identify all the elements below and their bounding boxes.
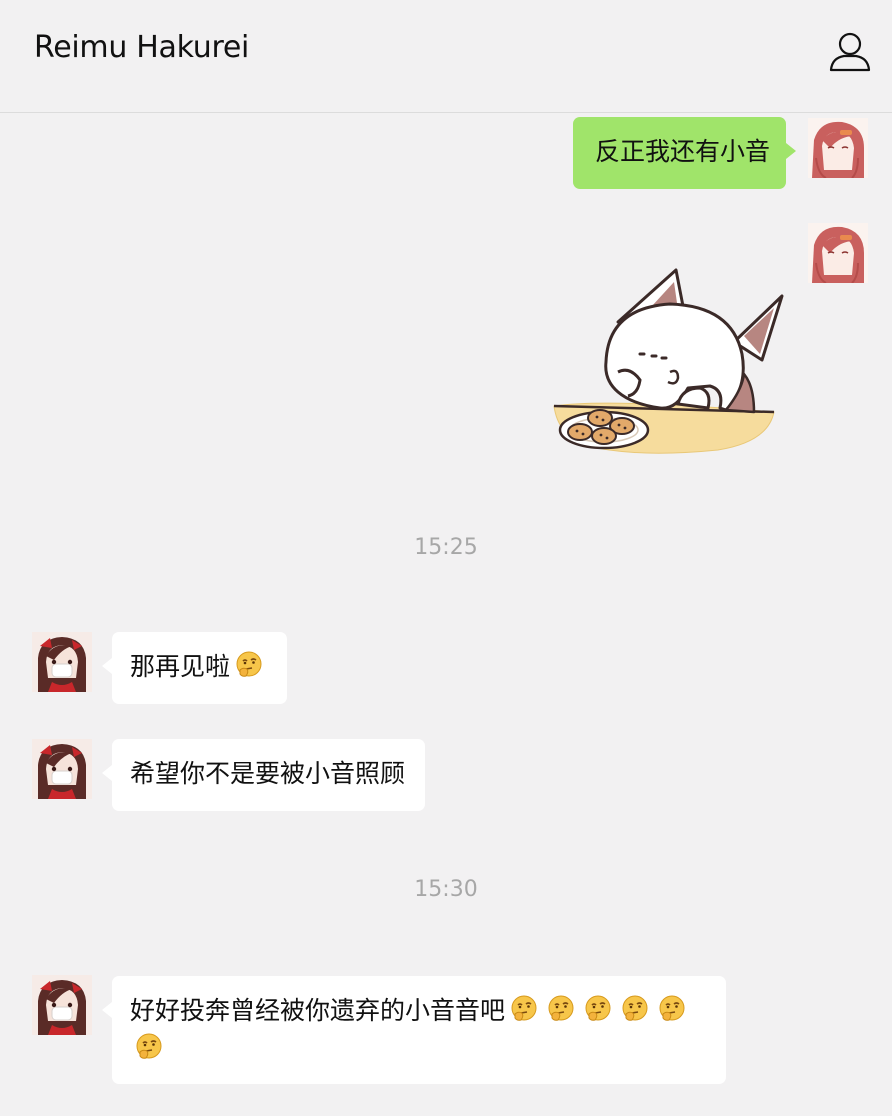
message-bubble-received[interactable]: 希望你不是要被小音照顾 — [101, 739, 426, 811]
message-bubble-sent[interactable]: 反正我还有小音 — [572, 117, 797, 189]
my-avatar[interactable] — [808, 223, 868, 283]
thinking-face-emoji — [546, 994, 576, 1024]
message-bubble-received[interactable]: 好好投奔曾经被你遗弃的小音音吧 — [102, 976, 726, 1084]
thinking-face-emoji — [134, 1032, 164, 1062]
timestamp: 15:30 — [414, 877, 478, 902]
message-text: 反正我还有小音 — [594, 137, 770, 166]
thinking-face-emoji — [657, 994, 687, 1024]
my-avatar[interactable] — [808, 118, 868, 178]
timestamp: 15:25 — [414, 535, 478, 560]
chat-screen: Reimu Hakurei 反正我还有小音 15:25 那再见啦 希望你不是要被… — [0, 0, 892, 1116]
chat-title: Reimu Hakurei — [34, 30, 250, 65]
cat-eating-cookies-sticker[interactable] — [548, 262, 788, 462]
contact-avatar[interactable] — [32, 632, 92, 692]
message-text: 那再见啦 — [130, 652, 231, 681]
message-text: 希望你不是要被小音照顾 — [130, 759, 406, 788]
thinking-face-emoji — [509, 994, 539, 1024]
chat-header: Reimu Hakurei — [0, 0, 892, 113]
thinking-face-emoji — [620, 994, 650, 1024]
thinking-face-emoji — [583, 994, 613, 1024]
person-outline-icon[interactable] — [826, 30, 874, 74]
message-bubble-received[interactable]: 那再见啦 — [101, 632, 288, 704]
message-text: 好好投奔曾经被你遗弃的小音音吧 — [130, 996, 506, 1025]
contact-avatar[interactable] — [32, 975, 92, 1035]
thinking-face-emoji — [234, 650, 264, 680]
contact-avatar[interactable] — [32, 739, 92, 799]
